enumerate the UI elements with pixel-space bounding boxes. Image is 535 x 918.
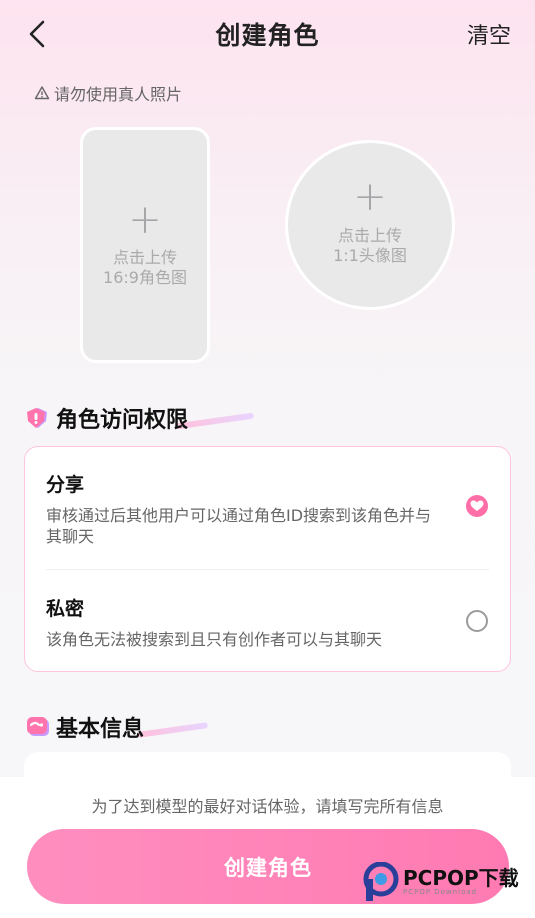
- share-radio[interactable]: [466, 495, 488, 517]
- avatar-upload[interactable]: + 点击上传 1:1头像图: [285, 140, 455, 310]
- cover-upload-label: 点击上传: [112, 248, 177, 267]
- lock-icon: [26, 407, 50, 429]
- fill-hint: 为了达到模型的最好对话体验，请填写完所有信息: [91, 797, 444, 816]
- access-section-header: 角色访问权限: [26, 402, 255, 434]
- avatar-upload-ratio: 1:1头像图: [333, 246, 407, 265]
- option-share[interactable]: 分享 审核通过后其他用户可以通过角色ID搜索到该角色并与其聊天: [46, 470, 446, 547]
- avatar-upload-label: 点击上传: [337, 226, 402, 245]
- clear-button[interactable]: 清空: [467, 18, 511, 50]
- access-section-title: 角色访问权限: [56, 408, 189, 433]
- option-private-title: 私密: [46, 598, 85, 620]
- option-share-desc: 审核通过后其他用户可以通过角色ID搜索到该角色并与其聊天: [46, 506, 432, 546]
- watermark-brand: PCPOP下载: [403, 866, 519, 890]
- page-title: 创建角色: [215, 21, 320, 50]
- pcpop-logo-icon: [363, 862, 399, 901]
- heart-icon: [470, 500, 484, 511]
- option-private-desc: 该角色无法被搜索到且只有创作者可以与其聊天: [46, 630, 383, 649]
- mask-icon: [26, 716, 50, 738]
- basic-section-title: 基本信息: [56, 717, 145, 742]
- plus-icon: +: [128, 197, 162, 243]
- plus-icon: +: [353, 174, 387, 220]
- option-private[interactable]: 私密 该角色无法被搜索到且只有创作者可以与其聊天: [46, 594, 446, 650]
- cover-upload[interactable]: + 点击上传 16:9角色图: [80, 127, 210, 363]
- warning-text: 请勿使用真人照片: [54, 85, 183, 104]
- divider: [46, 569, 489, 570]
- watermark: PCPOP下载 PCPOP Download: [363, 862, 519, 902]
- basic-section-header: 基本信息: [26, 711, 209, 743]
- cover-upload-ratio: 16:9角色图: [103, 268, 187, 287]
- private-radio[interactable]: [466, 610, 488, 632]
- photo-warning: 请勿使用真人照片: [34, 81, 182, 105]
- option-share-title: 分享: [46, 474, 85, 496]
- warning-icon: [34, 86, 50, 100]
